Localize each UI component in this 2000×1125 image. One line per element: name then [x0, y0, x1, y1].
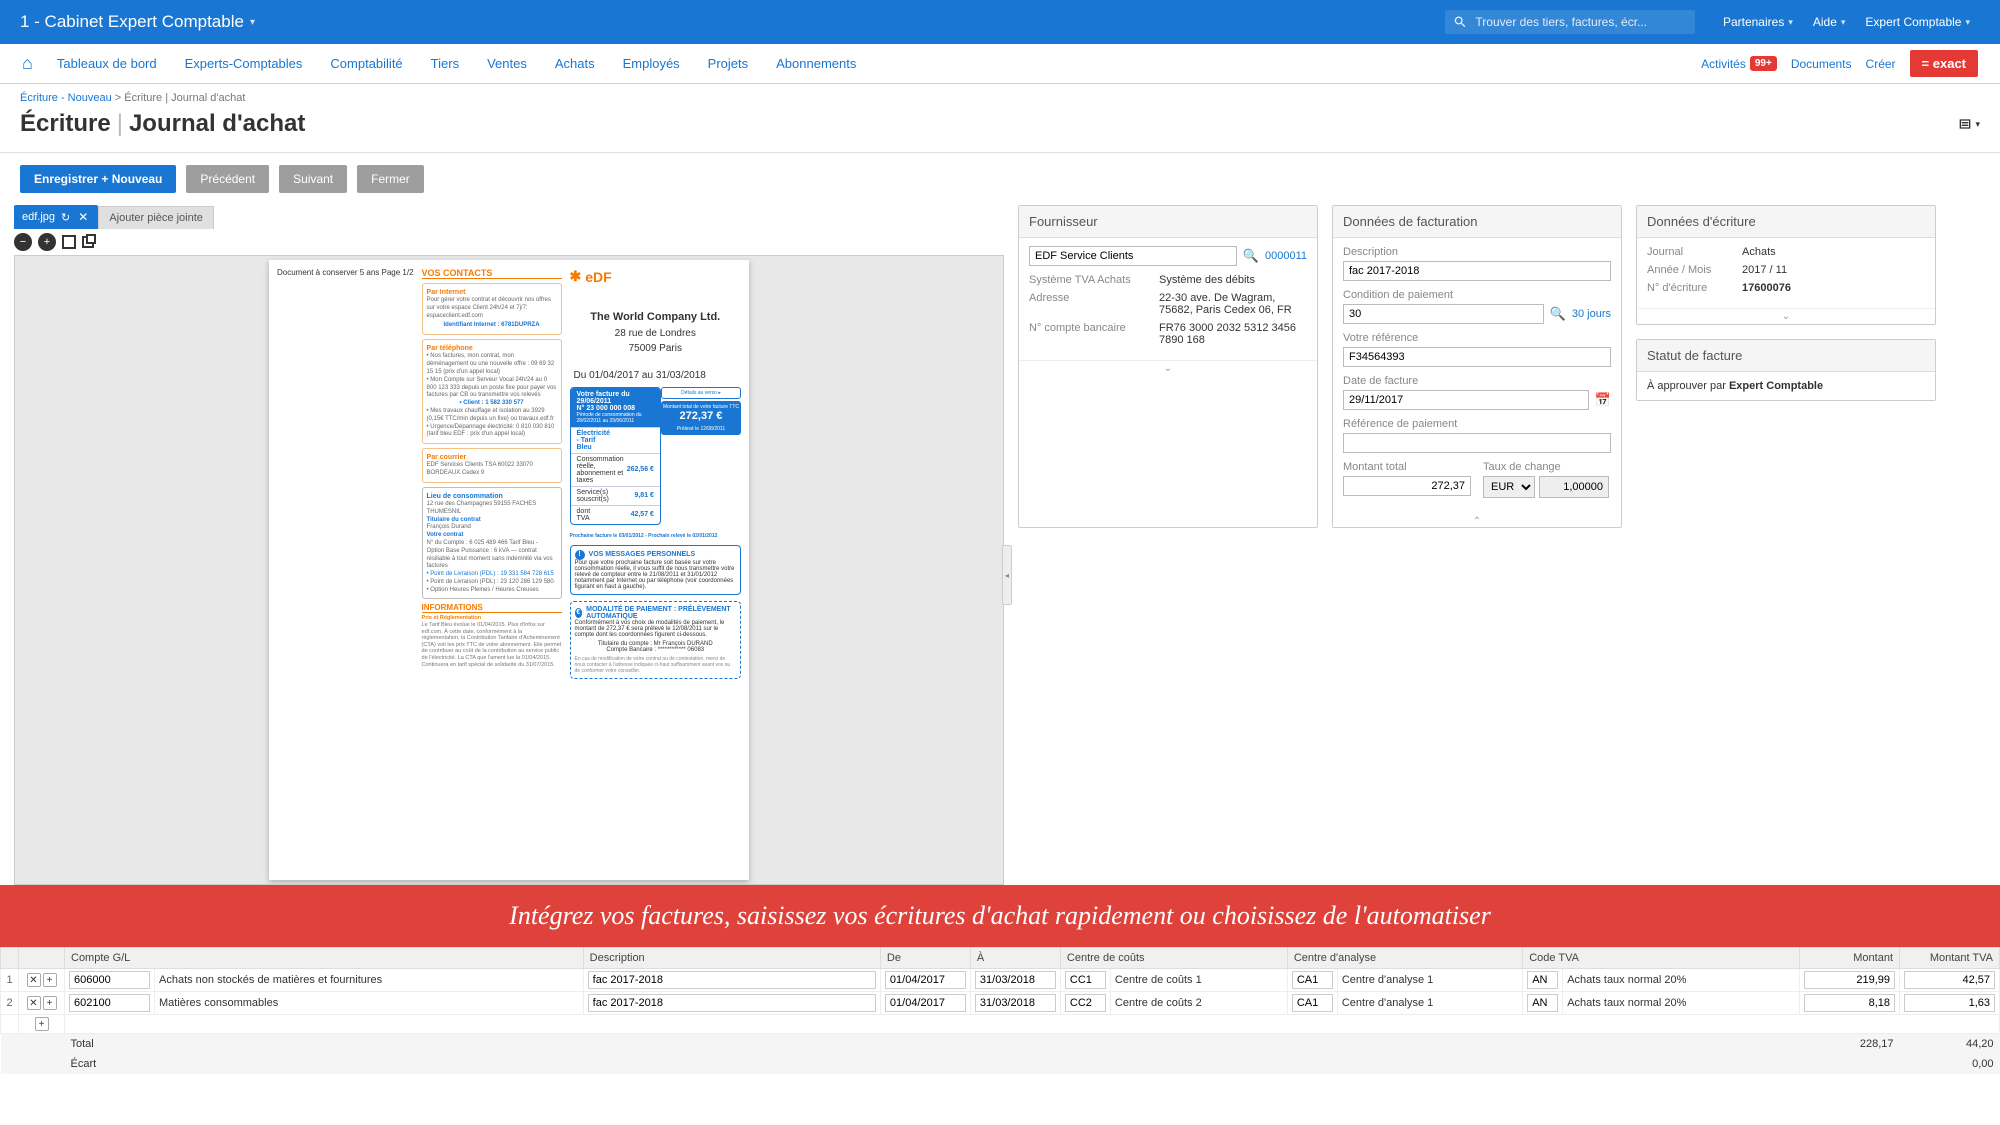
nav-projets[interactable]: Projets [694, 44, 762, 83]
amount-input[interactable] [1804, 971, 1895, 989]
cc-code-input[interactable] [1065, 971, 1106, 989]
search-input[interactable] [1475, 15, 1687, 29]
user-menu[interactable]: Expert Comptable▾ [1865, 15, 1970, 29]
close-attachment-icon[interactable]: ✕ [76, 210, 90, 224]
calendar-icon[interactable]: 📅 [1595, 392, 1611, 408]
search-icon [1453, 14, 1467, 30]
prev-button[interactable]: Précédent [186, 165, 269, 193]
collapse-handle[interactable]: ◂ [1002, 545, 1012, 605]
invoice-total-input[interactable] [1343, 476, 1471, 496]
entry-panel-title: Données d'écriture [1637, 206, 1935, 238]
fit-icon[interactable] [62, 235, 76, 249]
nav-tiers[interactable]: Tiers [417, 44, 473, 83]
gl-code-input[interactable] [69, 994, 150, 1012]
aide-menu[interactable]: Aide▾ [1813, 15, 1846, 29]
table-row: 2✕+Matières consommablesCentre de coûts … [1, 992, 2000, 1015]
supplier-name-input[interactable] [1029, 246, 1237, 266]
nav-achats[interactable]: Achats [541, 44, 609, 83]
amount-input[interactable] [1804, 994, 1895, 1012]
nav-employes[interactable]: Employés [609, 44, 694, 83]
currency-select[interactable]: EUR [1483, 476, 1535, 498]
supplier-panel-title: Fournisseur [1019, 206, 1317, 238]
add-attachment-button[interactable]: Ajouter pièce jointe [98, 206, 214, 229]
nav-experts[interactable]: Experts-Comptables [171, 44, 317, 83]
global-search[interactable] [1445, 10, 1695, 34]
invoice-panel-title: Données de facturation [1333, 206, 1621, 238]
invoice-cond-input[interactable] [1343, 304, 1544, 324]
entry-lines-grid: Compte G/L Description De À Centre de co… [0, 947, 2000, 1074]
delete-row-icon[interactable]: ✕ [27, 973, 41, 987]
line-desc-input[interactable] [588, 994, 876, 1012]
page-title: Écriture|Journal d'achat [20, 110, 305, 138]
activites-badge: 99+ [1750, 56, 1777, 71]
collapse-invoice[interactable]: ⌃ [1333, 514, 1621, 527]
chevron-down-icon: ▾ [250, 17, 255, 28]
lookup-icon[interactable]: 🔍 [1550, 306, 1566, 322]
home-icon[interactable]: ⌂ [22, 53, 33, 74]
edf-logo: eDF [570, 268, 741, 285]
zoom-in-icon[interactable]: + [38, 233, 56, 251]
next-button[interactable]: Suivant [279, 165, 347, 193]
cond-link[interactable]: 30 jours [1572, 308, 1611, 320]
invoice-payref-input[interactable] [1343, 433, 1611, 453]
close-button[interactable]: Fermer [357, 165, 424, 193]
table-row: 1✕+Achats non stockés de matières et fou… [1, 969, 2000, 992]
zoom-out-icon[interactable]: − [14, 233, 32, 251]
nav-abonnements[interactable]: Abonnements [762, 44, 870, 83]
partenaires-menu[interactable]: Partenaires▾ [1723, 15, 1793, 29]
tva-code-input[interactable] [1527, 994, 1558, 1012]
status-panel-title: Statut de facture [1637, 340, 1935, 372]
insert-row-icon[interactable]: + [43, 973, 57, 987]
settings-icon[interactable]: ▾ [1957, 116, 1980, 132]
document-preview: Document à conserver 5 ans Page 1/2 VOS … [14, 255, 1004, 885]
date-to-input[interactable] [975, 994, 1056, 1012]
add-row-icon[interactable]: + [35, 1017, 49, 1031]
amount-tva-input[interactable] [1904, 971, 1995, 989]
expand-supplier[interactable]: ⌄ [1019, 360, 1317, 376]
lookup-icon[interactable]: 🔍 [1243, 248, 1259, 264]
ca-code-input[interactable] [1292, 971, 1333, 989]
invoice-ref-input[interactable] [1343, 347, 1611, 367]
invoice-date-input[interactable] [1343, 390, 1589, 410]
approver-link[interactable]: Expert Comptable [1729, 380, 1823, 392]
gl-code-input[interactable] [69, 971, 150, 989]
fullscreen-icon[interactable] [82, 236, 94, 248]
nav-tableaux[interactable]: Tableaux de bord [43, 44, 171, 83]
ca-code-input[interactable] [1292, 994, 1333, 1012]
company-switcher[interactable]: 1 - Cabinet Expert Comptable▾ [20, 12, 255, 32]
invoice-desc-input[interactable] [1343, 261, 1611, 281]
rate-input [1539, 476, 1609, 498]
nav-compta[interactable]: Comptabilité [316, 44, 416, 83]
breadcrumb-link[interactable]: Écriture - Nouveau [20, 92, 112, 104]
creer-link[interactable]: Créer [1866, 57, 1896, 71]
promo-banner: Intégrez vos factures, saisissez vos écr… [0, 885, 2000, 947]
cc-code-input[interactable] [1065, 994, 1106, 1012]
save-button[interactable]: Enregistrer + Nouveau [20, 165, 176, 193]
delete-row-icon[interactable]: ✕ [27, 996, 41, 1010]
supplier-code-link[interactable]: 0000011 [1265, 250, 1307, 262]
insert-row-icon[interactable]: + [43, 996, 57, 1010]
activites-link[interactable]: Activités 99+ [1701, 56, 1777, 71]
date-from-input[interactable] [885, 994, 966, 1012]
attachment-tab[interactable]: edf.jpg ↻ ✕ [14, 205, 98, 229]
date-to-input[interactable] [975, 971, 1056, 989]
expand-entry[interactable]: ⌄ [1637, 308, 1935, 324]
documents-link[interactable]: Documents [1791, 57, 1852, 71]
exact-logo: = exact [1910, 50, 1978, 77]
amount-tva-input[interactable] [1904, 994, 1995, 1012]
breadcrumb: Écriture - Nouveau > Écriture | Journal … [0, 84, 2000, 106]
tva-code-input[interactable] [1527, 971, 1558, 989]
refresh-icon[interactable]: ↻ [61, 211, 70, 224]
date-from-input[interactable] [885, 971, 966, 989]
nav-ventes[interactable]: Ventes [473, 44, 541, 83]
line-desc-input[interactable] [588, 971, 876, 989]
